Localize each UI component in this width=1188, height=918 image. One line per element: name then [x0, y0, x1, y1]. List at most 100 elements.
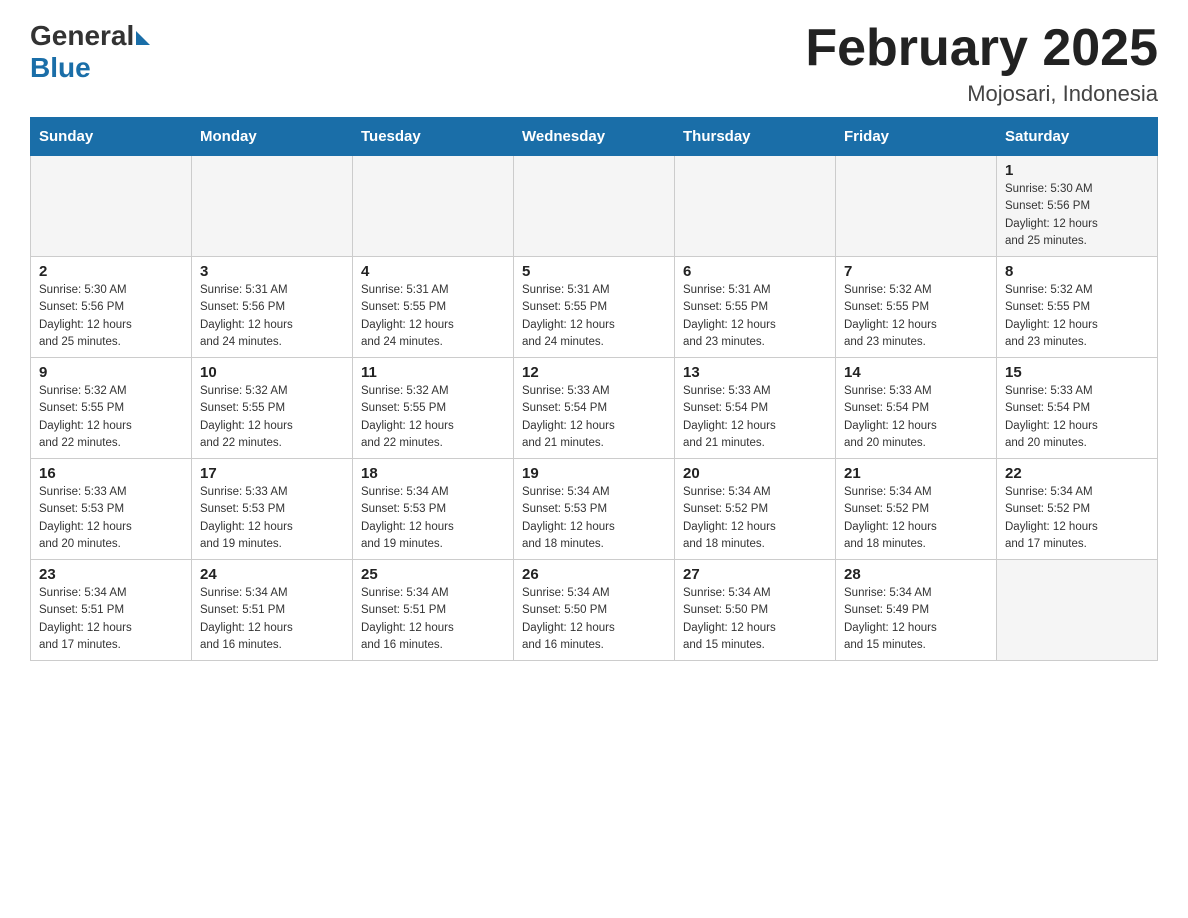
- calendar-cell: 20 Sunrise: 5:34 AM Sunset: 5:52 PM Dayli…: [675, 459, 836, 560]
- calendar-cell: 13 Sunrise: 5:33 AM Sunset: 5:54 PM Dayli…: [675, 358, 836, 459]
- day-number: 24: [200, 566, 344, 583]
- day-number: 3: [200, 263, 344, 280]
- day-header-saturday: Saturday: [997, 118, 1158, 156]
- day-number: 20: [683, 465, 827, 482]
- day-info: Sunrise: 5:34 AM Sunset: 5:53 PM Dayligh…: [522, 484, 666, 553]
- calendar-cell: 22Sunrise: 5:34 AM Sunset: 5:52 PM Dayli…: [997, 459, 1158, 560]
- calendar-cell: [31, 156, 192, 257]
- calendar-cell: 6 Sunrise: 5:31 AM Sunset: 5:55 PM Daylig…: [675, 257, 836, 358]
- day-info: Sunrise: 5:32 AM Sunset: 5:55 PM Dayligh…: [361, 383, 505, 452]
- day-info: Sunrise: 5:33 AM Sunset: 5:54 PM Dayligh…: [844, 383, 988, 452]
- day-header-friday: Friday: [836, 118, 997, 156]
- day-info: Sunrise: 5:31 AM Sunset: 5:56 PM Dayligh…: [200, 282, 344, 351]
- day-info: Sunrise: 5:32 AM Sunset: 5:55 PM Dayligh…: [39, 383, 183, 452]
- day-info: Sunrise: 5:33 AM Sunset: 5:54 PM Dayligh…: [1005, 383, 1149, 452]
- day-info: Sunrise: 5:34 AM Sunset: 5:50 PM Dayligh…: [522, 585, 666, 654]
- day-number: 26: [522, 566, 666, 583]
- day-info: Sunrise: 5:32 AM Sunset: 5:55 PM Dayligh…: [1005, 282, 1149, 351]
- day-info: Sunrise: 5:30 AM Sunset: 5:56 PM Dayligh…: [39, 282, 183, 351]
- day-info: Sunrise: 5:33 AM Sunset: 5:53 PM Dayligh…: [39, 484, 183, 553]
- day-number: 7: [844, 263, 988, 280]
- day-info: Sunrise: 5:34 AM Sunset: 5:51 PM Dayligh…: [361, 585, 505, 654]
- calendar-cell: 21 Sunrise: 5:34 AM Sunset: 5:52 PM Dayli…: [836, 459, 997, 560]
- page-header: General Blue February 2025 Mojosari, Ind…: [30, 20, 1158, 107]
- calendar-cell: 24 Sunrise: 5:34 AM Sunset: 5:51 PM Dayli…: [192, 560, 353, 661]
- day-number: 18: [361, 465, 505, 482]
- day-number: 2: [39, 263, 183, 280]
- calendar-cell: 4 Sunrise: 5:31 AM Sunset: 5:55 PM Daylig…: [353, 257, 514, 358]
- day-number: 23: [39, 566, 183, 583]
- day-number: 19: [522, 465, 666, 482]
- day-number: 9: [39, 364, 183, 381]
- location: Mojosari, Indonesia: [805, 81, 1158, 107]
- calendar-cell: [997, 560, 1158, 661]
- calendar-week-2: 2 Sunrise: 5:30 AM Sunset: 5:56 PM Daylig…: [31, 257, 1158, 358]
- day-number: 4: [361, 263, 505, 280]
- calendar-cell: 15 Sunrise: 5:33 AM Sunset: 5:54 PM Dayli…: [997, 358, 1158, 459]
- day-info: Sunrise: 5:31 AM Sunset: 5:55 PM Dayligh…: [683, 282, 827, 351]
- calendar-cell: 11 Sunrise: 5:32 AM Sunset: 5:55 PM Dayli…: [353, 358, 514, 459]
- calendar-cell: [675, 156, 836, 257]
- logo-arrow-icon: [136, 31, 150, 45]
- day-header-wednesday: Wednesday: [514, 118, 675, 156]
- calendar-cell: 5Sunrise: 5:31 AM Sunset: 5:55 PM Daylig…: [514, 257, 675, 358]
- day-header-sunday: Sunday: [31, 118, 192, 156]
- calendar-cell: 18 Sunrise: 5:34 AM Sunset: 5:53 PM Dayli…: [353, 459, 514, 560]
- day-number: 1: [1005, 162, 1149, 179]
- calendar-cell: 12 Sunrise: 5:33 AM Sunset: 5:54 PM Dayli…: [514, 358, 675, 459]
- day-number: 28: [844, 566, 988, 583]
- calendar-cell: 9 Sunrise: 5:32 AM Sunset: 5:55 PM Daylig…: [31, 358, 192, 459]
- calendar-cell: 27Sunrise: 5:34 AM Sunset: 5:50 PM Dayli…: [675, 560, 836, 661]
- calendar-cell: [353, 156, 514, 257]
- calendar-cell: 26 Sunrise: 5:34 AM Sunset: 5:50 PM Dayli…: [514, 560, 675, 661]
- logo-blue-text: Blue: [30, 52, 91, 83]
- calendar-week-1: 1 Sunrise: 5:30 AM Sunset: 5:56 PM Daylig…: [31, 156, 1158, 257]
- calendar-table: SundayMondayTuesdayWednesdayThursdayFrid…: [30, 117, 1158, 661]
- day-info: Sunrise: 5:34 AM Sunset: 5:52 PM Dayligh…: [683, 484, 827, 553]
- calendar-cell: 8 Sunrise: 5:32 AM Sunset: 5:55 PM Daylig…: [997, 257, 1158, 358]
- day-number: 13: [683, 364, 827, 381]
- day-number: 12: [522, 364, 666, 381]
- calendar-cell: 10 Sunrise: 5:32 AM Sunset: 5:55 PM Dayli…: [192, 358, 353, 459]
- calendar-cell: 17 Sunrise: 5:33 AM Sunset: 5:53 PM Dayli…: [192, 459, 353, 560]
- calendar-header-row: SundayMondayTuesdayWednesdayThursdayFrid…: [31, 118, 1158, 156]
- day-number: 25: [361, 566, 505, 583]
- day-info: Sunrise: 5:34 AM Sunset: 5:53 PM Dayligh…: [361, 484, 505, 553]
- calendar-cell: 19 Sunrise: 5:34 AM Sunset: 5:53 PM Dayli…: [514, 459, 675, 560]
- day-info: Sunrise: 5:33 AM Sunset: 5:54 PM Dayligh…: [683, 383, 827, 452]
- day-number: 8: [1005, 263, 1149, 280]
- calendar-cell: 3 Sunrise: 5:31 AM Sunset: 5:56 PM Daylig…: [192, 257, 353, 358]
- day-info: Sunrise: 5:33 AM Sunset: 5:53 PM Dayligh…: [200, 484, 344, 553]
- day-info: Sunrise: 5:32 AM Sunset: 5:55 PM Dayligh…: [844, 282, 988, 351]
- day-info: Sunrise: 5:30 AM Sunset: 5:56 PM Dayligh…: [1005, 181, 1149, 250]
- day-info: Sunrise: 5:31 AM Sunset: 5:55 PM Dayligh…: [522, 282, 666, 351]
- month-title: February 2025: [805, 20, 1158, 77]
- day-number: 10: [200, 364, 344, 381]
- calendar-cell: 16 Sunrise: 5:33 AM Sunset: 5:53 PM Dayli…: [31, 459, 192, 560]
- calendar-cell: [514, 156, 675, 257]
- day-number: 11: [361, 364, 505, 381]
- day-number: 6: [683, 263, 827, 280]
- calendar-cell: [192, 156, 353, 257]
- calendar-cell: 2 Sunrise: 5:30 AM Sunset: 5:56 PM Daylig…: [31, 257, 192, 358]
- logo: General Blue: [30, 20, 150, 84]
- day-number: 17: [200, 465, 344, 482]
- day-info: Sunrise: 5:33 AM Sunset: 5:54 PM Dayligh…: [522, 383, 666, 452]
- day-info: Sunrise: 5:34 AM Sunset: 5:52 PM Dayligh…: [844, 484, 988, 553]
- day-header-tuesday: Tuesday: [353, 118, 514, 156]
- day-info: Sunrise: 5:32 AM Sunset: 5:55 PM Dayligh…: [200, 383, 344, 452]
- calendar-cell: 28 Sunrise: 5:34 AM Sunset: 5:49 PM Dayli…: [836, 560, 997, 661]
- day-info: Sunrise: 5:34 AM Sunset: 5:51 PM Dayligh…: [200, 585, 344, 654]
- calendar-week-4: 16 Sunrise: 5:33 AM Sunset: 5:53 PM Dayli…: [31, 459, 1158, 560]
- calendar-cell: 7 Sunrise: 5:32 AM Sunset: 5:55 PM Daylig…: [836, 257, 997, 358]
- day-info: Sunrise: 5:34 AM Sunset: 5:51 PM Dayligh…: [39, 585, 183, 654]
- day-number: 16: [39, 465, 183, 482]
- day-info: Sunrise: 5:34 AM Sunset: 5:49 PM Dayligh…: [844, 585, 988, 654]
- logo-general-text: General: [30, 20, 134, 52]
- day-number: 15: [1005, 364, 1149, 381]
- day-info: Sunrise: 5:31 AM Sunset: 5:55 PM Dayligh…: [361, 282, 505, 351]
- day-number: 21: [844, 465, 988, 482]
- day-header-thursday: Thursday: [675, 118, 836, 156]
- day-number: 14: [844, 364, 988, 381]
- calendar-cell: 25 Sunrise: 5:34 AM Sunset: 5:51 PM Dayli…: [353, 560, 514, 661]
